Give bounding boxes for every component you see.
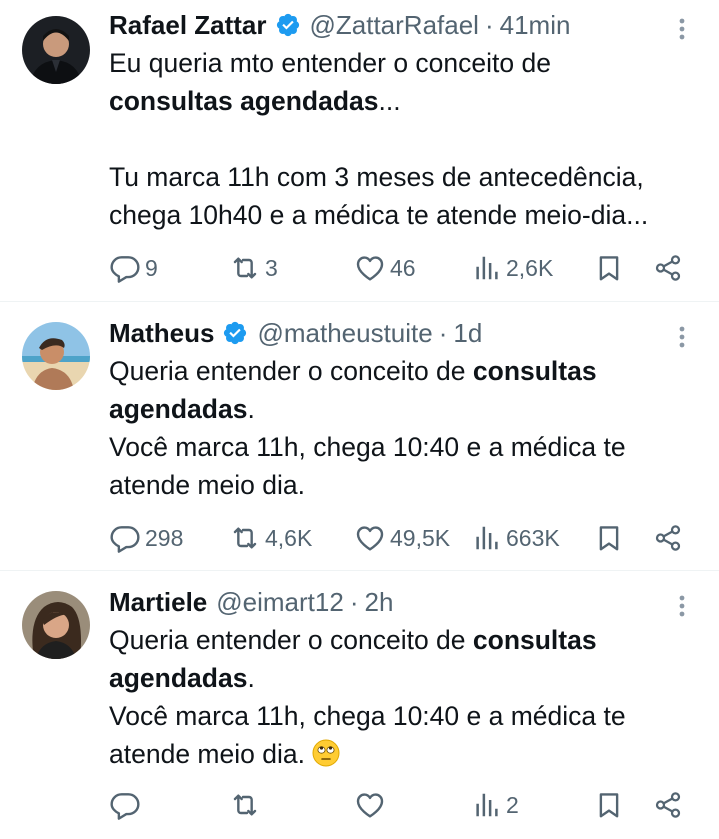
eye-roll-emoji-icon [312,739,340,767]
text-line: Eu queria mto entender o conceito de [109,48,551,78]
tweet-header: Rafael Zattar @ZattarRafael · 41min [109,8,697,42]
views-button[interactable]: 663K [472,518,560,558]
action-bar: 2 [109,785,697,825]
views-button[interactable]: 2 [472,785,519,825]
author-handle[interactable]: @ZattarRafael [310,10,479,41]
avatar-image [22,16,90,84]
bookmark-icon [599,526,619,551]
separator: · [438,317,448,348]
like-button[interactable] [354,785,390,825]
text-bold: consultas agendadas [109,86,379,116]
text-bold: consultas [472,625,597,655]
author-name[interactable]: Rafael Zattar [109,10,267,41]
reply-icon [110,793,140,820]
heart-icon [356,256,384,281]
text-bold: consultas [472,356,597,386]
text-line: Queria entender o conceito de [109,625,473,655]
avatar[interactable] [22,16,90,84]
like-count: 46 [390,254,416,281]
reply-icon [110,256,140,283]
retweet-button[interactable]: 3 [229,248,278,288]
retweet-button[interactable] [229,785,265,825]
share-icon [655,792,681,818]
retweet-button[interactable]: 4,6K [229,518,312,558]
verified-badge-icon [222,320,248,346]
text-line: atende meio dia. [109,470,305,500]
retweet-count: 4,6K [265,524,313,551]
tweet-text: Queria entender o conceito de consultas … [109,621,697,773]
avatar-image [22,322,90,390]
more-vertical-icon[interactable] [667,322,697,352]
author-handle[interactable]: @matheustuite [257,318,432,349]
author-name[interactable]: Matheus [109,318,214,349]
heart-icon [356,793,384,818]
reply-count: 298 [145,524,184,551]
bookmark-button[interactable] [594,248,624,288]
reply-button[interactable]: 9 [109,248,158,288]
bookmark-button[interactable] [594,518,624,558]
bookmark-icon [599,793,619,818]
like-count: 49,5K [390,524,451,551]
share-button[interactable] [653,248,683,288]
author-name[interactable]: Martiele [109,587,207,618]
verified-badge-icon [275,12,301,38]
tweet[interactable]: Martiele @eimart12 · 2h Queria entender … [0,571,719,839]
more-vertical-icon[interactable] [667,591,697,621]
text-line: Você marca 11h, chega 10:40 e a médica t… [109,432,626,462]
text-line: chega 10h40 e a médica te atende meio-di… [109,200,649,230]
avatar[interactable] [22,591,90,659]
timestamp[interactable]: 1d [453,318,482,349]
share-button[interactable] [653,518,683,558]
separator: · [349,586,359,617]
text-line: Tu marca 11h com 3 meses de antecedência… [109,162,644,192]
retweet-icon [233,257,257,279]
reply-button[interactable]: 298 [109,518,183,558]
action-bar: 9 3 46 2,6K [109,248,697,288]
text-line: Queria entender o conceito de [109,356,473,386]
views-count: 2 [506,791,519,818]
heart-icon [356,526,384,551]
avatar-image [22,591,90,659]
views-icon [476,526,498,550]
share-icon [655,525,681,551]
more-vertical-icon[interactable] [667,14,697,44]
reply-button[interactable] [109,785,145,825]
text-line: ... [378,86,401,116]
text-line: . [247,663,255,693]
bookmark-icon [599,256,619,281]
share-button[interactable] [653,785,683,825]
timestamp[interactable]: 2h [365,587,394,618]
text-bold: agendadas [109,394,248,424]
separator: · [484,9,494,40]
timestamp[interactable]: 41min [500,10,571,41]
tweet-text: Queria entender o conceito de consultas … [109,352,697,504]
avatar[interactable] [22,322,90,390]
action-bar: 298 4,6K 49,5K 663K [109,518,697,558]
author-handle[interactable]: @eimart12 [216,587,344,618]
reply-icon [110,526,140,553]
bookmark-button[interactable] [594,785,624,825]
tweet-text: Eu queria mto entender o conceito de con… [109,44,697,234]
retweet-icon [233,527,257,549]
like-button[interactable]: 49,5K [354,518,450,558]
retweet-icon [233,794,257,816]
retweet-count: 3 [265,254,278,281]
views-icon [476,256,498,280]
text-line: atende meio dia. [109,739,305,769]
text-line: . [247,394,255,424]
views-count: 2,6K [506,254,554,281]
tweet-header: Martiele @eimart12 · 2h [109,585,697,619]
reply-count: 9 [145,254,158,281]
tweet[interactable]: Rafael Zattar @ZattarRafael · 41min Eu q… [0,0,719,302]
tweet[interactable]: Matheus @matheustuite · 1d Queria entend… [0,302,719,571]
share-icon [655,255,681,281]
views-count: 663K [506,524,560,551]
text-line: Você marca 11h, chega 10:40 e a médica t… [109,701,626,731]
views-button[interactable]: 2,6K [472,248,553,288]
tweet-header: Matheus @matheustuite · 1d [109,316,697,350]
views-icon [476,793,498,817]
like-button[interactable]: 46 [354,248,416,288]
text-bold: agendadas [109,663,248,693]
